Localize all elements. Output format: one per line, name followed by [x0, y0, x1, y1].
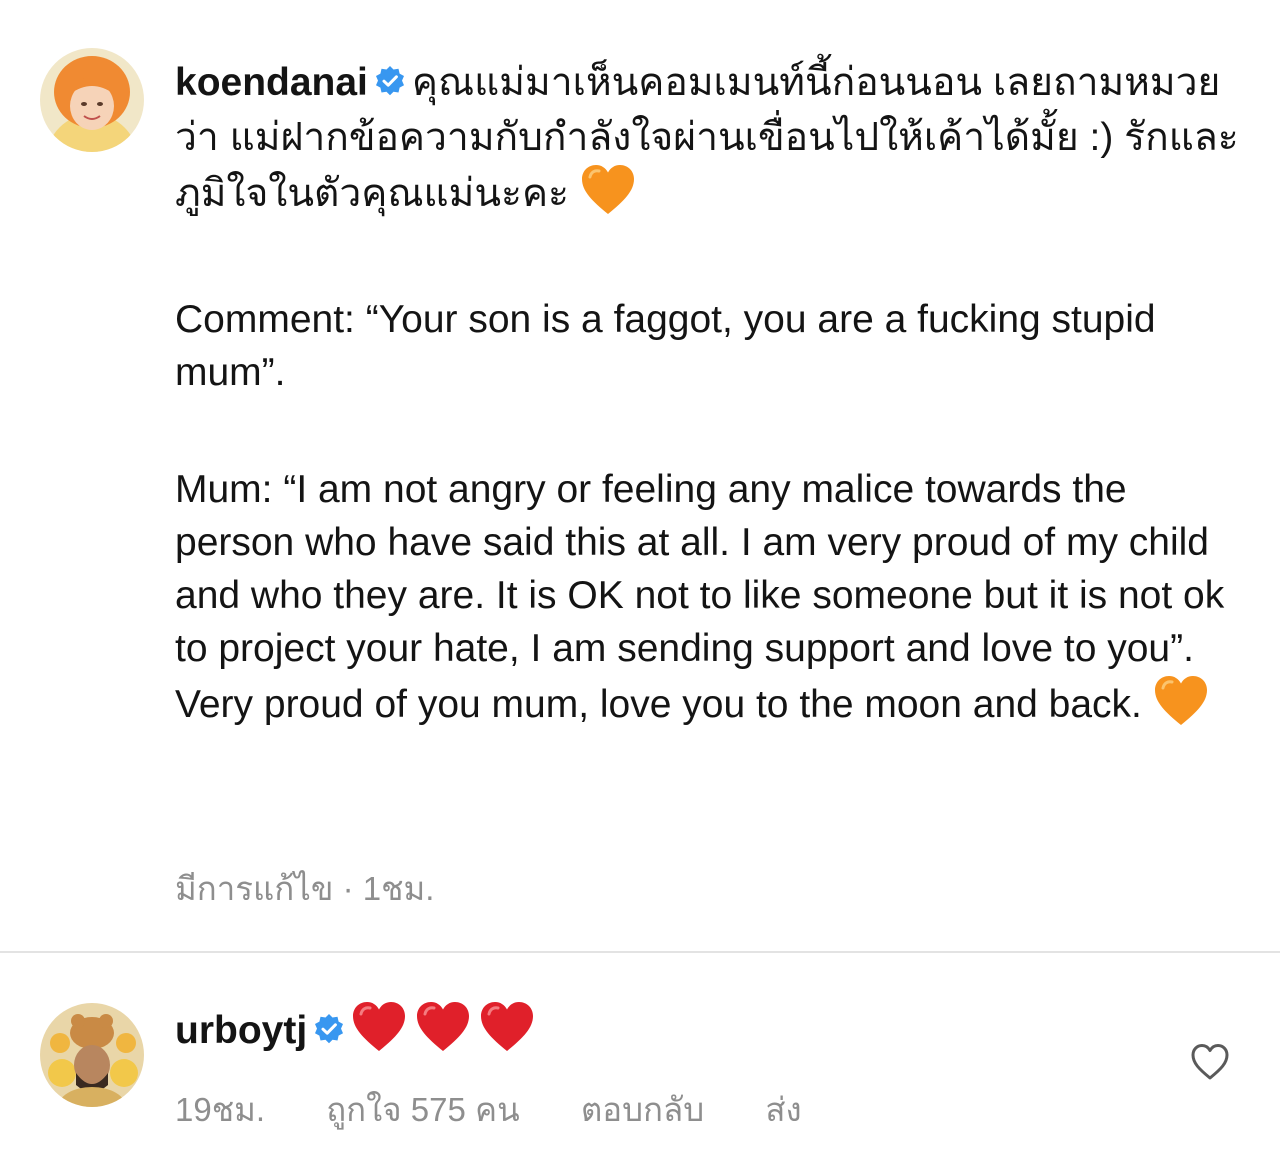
orange-heart-icon [580, 164, 636, 230]
red-heart-icon [415, 1001, 471, 1067]
avatar-bear-headdress-icon [40, 1003, 144, 1107]
mum-reply-paragraph: Mum: “I am not angry or feeling any mali… [175, 463, 1240, 741]
edited-label: มีการแก้ไข [175, 870, 334, 907]
username[interactable]: urboytj [175, 1009, 307, 1052]
orange-heart-icon [1153, 675, 1209, 741]
comment-body: urboytj [175, 1001, 1240, 1067]
comment-koendanai: koendanai คุณแม่มาเห็นคอมเมนท์นี้ก่อนนอน … [0, 0, 1280, 950]
username[interactable]: koendanai [175, 61, 368, 104]
red-heart-icon [479, 1001, 535, 1067]
comment-actions: 19ชม. ถูกใจ 575 คน ตอบกลับ ส่ง [175, 1083, 802, 1136]
verified-badge-icon [313, 1006, 345, 1059]
red-heart-icon [351, 1001, 407, 1067]
heart-outline-icon [1191, 1044, 1229, 1080]
comment-quote-block: Comment: “Your son is a faggot, you are … [175, 293, 1240, 399]
reply-button[interactable]: ตอบกลับ [581, 1083, 704, 1136]
comment-meta: มีการแก้ไข · 1ชม. [175, 862, 434, 915]
comment-urboytj: urboytj 19ชม. ถูกใจ 575 คน ตอบกลับ ส่ง [0, 953, 1280, 1173]
mum-reply-block: Mum: “I am not angry or feeling any mali… [175, 463, 1240, 741]
avatar[interactable] [40, 1003, 144, 1107]
timestamp[interactable]: 19ชม. [175, 1083, 265, 1136]
like-button[interactable] [1190, 1043, 1230, 1086]
comment-thai-paragraph: koendanai คุณแม่มาเห็นคอมเมนท์นี้ก่อนนอน … [175, 56, 1240, 230]
verified-badge-icon [374, 58, 406, 111]
timestamp[interactable]: 1ชม. [363, 870, 435, 907]
comment-header: urboytj [175, 1001, 1240, 1067]
send-button[interactable]: ส่ง [765, 1083, 801, 1136]
likes-count[interactable]: ถูกใจ 575 คน [326, 1083, 519, 1136]
mum-reply-text: Mum: “I am not angry or feeling any mali… [175, 468, 1225, 726]
avatar-orange-hair-icon [40, 48, 144, 152]
avatar[interactable] [40, 48, 144, 152]
meta-separator: · [342, 870, 354, 907]
comment-quote-text: Comment: “Your son is a faggot, you are … [175, 298, 1156, 394]
comment-body: koendanai คุณแม่มาเห็นคอมเมนท์นี้ก่อนนอน … [175, 56, 1240, 230]
